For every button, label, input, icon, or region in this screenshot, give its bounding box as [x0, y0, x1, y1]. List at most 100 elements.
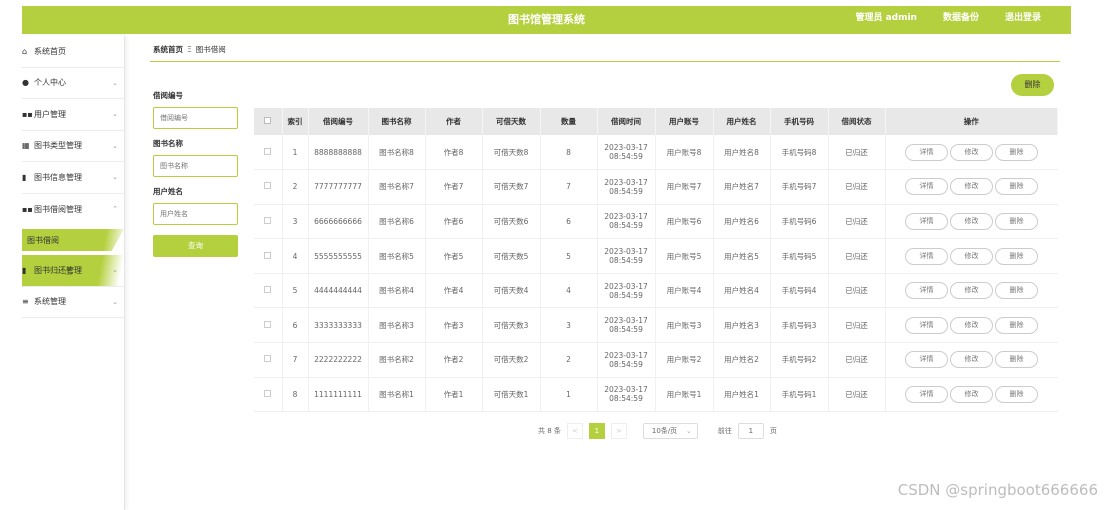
cell-index: 8 [282, 377, 309, 413]
row-select-cell [254, 238, 283, 274]
cell-actions: 详情 修改 删除 [885, 135, 1058, 171]
cell-phone: 手机号码3 [770, 307, 829, 344]
logout-link[interactable]: 退出登录 [1005, 6, 1041, 30]
edit-button[interactable]: 修改 [950, 351, 993, 369]
row-checkbox[interactable] [264, 216, 272, 224]
row-checkbox[interactable] [264, 147, 272, 155]
borrow-no-input[interactable] [153, 107, 238, 129]
search-button[interactable]: 查询 [153, 235, 238, 257]
row-checkbox[interactable] [264, 320, 272, 328]
sidebar-item-users[interactable]: ▪▪ 用户管理 ⌄ [22, 99, 124, 131]
delete-button[interactable]: 删除 [995, 351, 1038, 369]
column-header: 可借天数 [482, 108, 541, 135]
sidebar-item-book-types[interactable]: ▦ 图书类型管理 ⌄ [22, 131, 124, 162]
detail-button[interactable]: 详情 [905, 351, 948, 369]
row-checkbox[interactable] [264, 389, 272, 397]
cell-author: 作者7 [425, 169, 483, 205]
backup-link[interactable]: 数据备份 [943, 6, 979, 30]
table-row: 6 3333333333 图书名称3 作者3 可借天数3 3 2023-03-17 08:54… [254, 307, 1058, 344]
sidebar-item-label: 用户管理 [34, 109, 66, 119]
edit-button[interactable]: 修改 [950, 178, 993, 196]
cell-status: 已归还 [828, 204, 886, 240]
total-count: 共 8 条 [538, 427, 561, 435]
chevron-down-icon: ⌄ [112, 173, 118, 182]
row-select-cell [254, 204, 283, 240]
delete-button[interactable]: 删除 [995, 212, 1038, 230]
edit-button[interactable]: 修改 [950, 143, 993, 161]
delete-button[interactable]: 删除 [995, 282, 1038, 300]
edit-button[interactable]: 修改 [950, 316, 993, 334]
breadcrumb-current: 图书借阅 [195, 45, 226, 54]
page-number[interactable]: 1 [588, 423, 605, 439]
cell-actions: 详情 修改 删除 [885, 169, 1058, 205]
sidebar-item-return[interactable]: ▮ 图书归还管理 ⌄ ☝ [22, 255, 124, 287]
chevron-down-icon: ⌄ [112, 110, 118, 119]
row-checkbox[interactable] [264, 355, 272, 363]
sidebar-subitem-borrow[interactable]: 图书借阅 [22, 229, 124, 251]
detail-button[interactable]: 详情 [905, 178, 948, 196]
row-select-cell [254, 377, 283, 413]
delete-button[interactable]: 删除 [995, 143, 1038, 161]
cell-user-name: 用户姓名3 [713, 307, 771, 344]
cell-index: 6 [282, 307, 309, 344]
row-checkbox[interactable] [264, 251, 272, 259]
row-select-cell [254, 307, 283, 344]
detail-button[interactable]: 详情 [905, 385, 948, 403]
sidebar-item-book-info[interactable]: ▮ 图书信息管理 ⌄ [22, 162, 124, 194]
edit-button[interactable]: 修改 [950, 247, 993, 265]
column-header: 用户账号 [655, 108, 714, 135]
detail-button[interactable]: 详情 [905, 247, 948, 265]
cell-days: 可借天数6 [482, 204, 541, 240]
detail-button[interactable]: 详情 [905, 316, 948, 334]
next-page-button[interactable]: > [610, 423, 627, 439]
cell-account: 用户账号4 [655, 273, 714, 309]
column-header: 借阅时间 [597, 108, 656, 135]
delete-button[interactable]: 删除 [995, 385, 1038, 403]
row-checkbox[interactable] [264, 286, 272, 294]
cell-status: 已归还 [828, 273, 886, 309]
cell-phone: 手机号码1 [770, 377, 829, 413]
delete-button[interactable]: 删除 [995, 316, 1038, 334]
sidebar-item-label: 系统首页 [34, 46, 66, 56]
batch-delete-button[interactable]: 删除 [1011, 74, 1054, 96]
search-label-borrow-no: 借阅编号 [153, 91, 183, 100]
detail-button[interactable]: 详情 [905, 282, 948, 300]
cell-borrow-time: 2023-03-17 08:54:59 [597, 273, 656, 309]
detail-button[interactable]: 详情 [905, 212, 948, 230]
row-checkbox[interactable] [264, 182, 272, 190]
breadcrumb-home[interactable]: 系统首页 [153, 45, 183, 54]
cell-qty: 8 [540, 135, 598, 171]
book-name-input[interactable] [153, 155, 238, 177]
delete-button[interactable]: 删除 [995, 178, 1038, 196]
prev-page-button[interactable]: < [566, 423, 583, 439]
select-all-checkbox[interactable] [264, 117, 272, 124]
column-header: 借阅状态 [828, 108, 886, 135]
edit-button[interactable]: 修改 [950, 282, 993, 300]
cell-borrow-no: 6666666666 [308, 204, 369, 240]
sidebar-item-system[interactable]: ≡ 系统管理 ⌄ [22, 287, 124, 318]
cell-book-name: 图书名称3 [368, 307, 426, 344]
edit-button[interactable]: 修改 [950, 212, 993, 230]
sidebar-item-profile[interactable]: ● 个人中心 ⌄ [22, 68, 124, 99]
sidebar-item-label: 个人中心 [34, 78, 66, 88]
borrow-time: 08:54:59 [609, 256, 643, 266]
goto-page-input[interactable]: 1 [737, 423, 764, 439]
row-select-cell [254, 273, 283, 309]
user-name-input[interactable] [153, 203, 238, 225]
cell-author: 作者8 [425, 135, 483, 171]
detail-button[interactable]: 详情 [905, 143, 948, 161]
cell-days: 可借天数4 [482, 273, 541, 309]
sidebar-item-home[interactable]: ⌂ 系统首页 [22, 36, 124, 68]
sidebar-item-borrow[interactable]: ▪▪ 图书借阅管理 ⌃ [22, 194, 124, 226]
search-panel: 借阅编号 图书名称 用户姓名 查询 [153, 90, 239, 257]
edit-button[interactable]: 修改 [950, 385, 993, 403]
delete-button[interactable]: 删除 [995, 247, 1038, 265]
page-size-select[interactable]: 10条/页 ⌄ [642, 423, 698, 439]
cell-qty: 3 [540, 307, 598, 344]
borrow-time: 08:54:59 [609, 394, 643, 404]
borrow-time: 08:54:59 [609, 290, 643, 300]
borrow-date: 2023-03-17 [604, 350, 648, 360]
cell-status: 已归还 [828, 169, 886, 205]
grid-icon: ▪▪ [22, 204, 33, 214]
grid-icon: ▦ [22, 141, 30, 151]
